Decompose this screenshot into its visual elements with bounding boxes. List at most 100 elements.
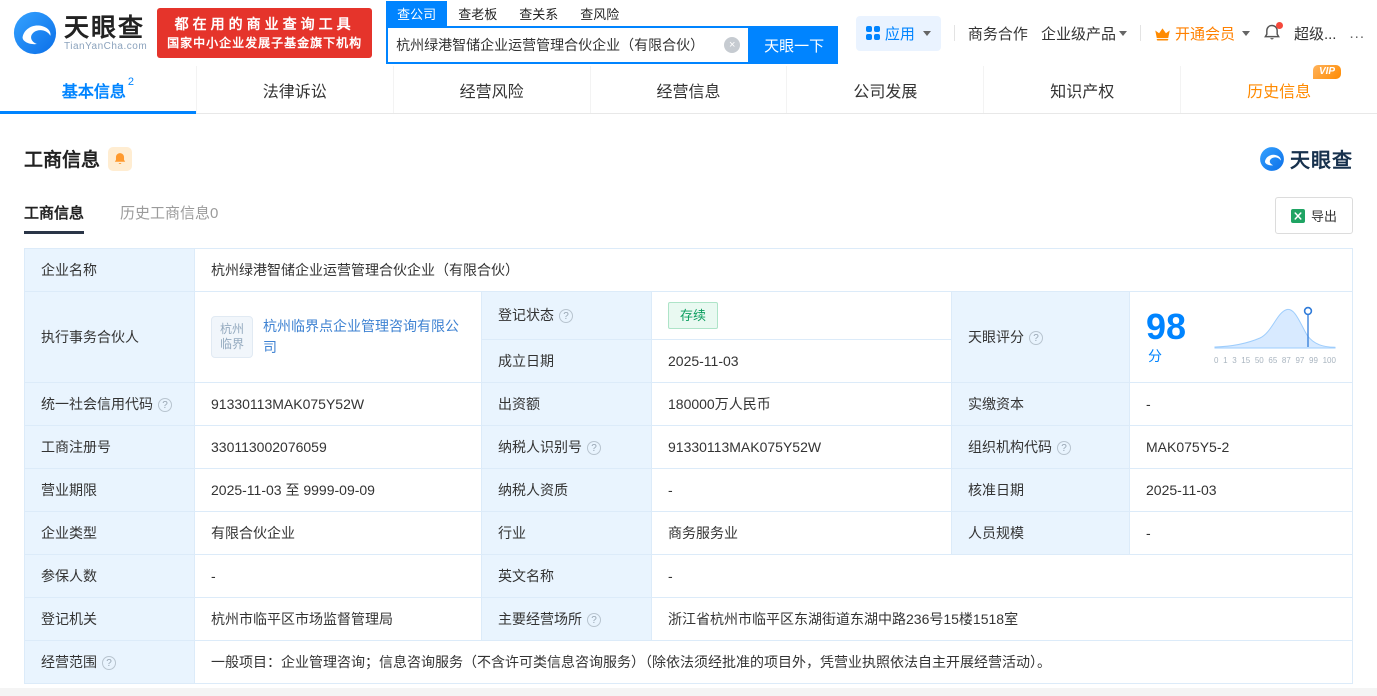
field-label-company-type: 企业类型 [24,511,195,555]
bell-icon [114,152,126,164]
search-tab-relation[interactable]: 查关系 [508,1,569,26]
logo-text: 天眼查 TianYanCha.com [64,15,147,52]
tab-company-development[interactable]: 公司发展 [787,66,985,113]
tab-history-info[interactable]: 历史信息 VIP [1181,64,1377,113]
help-icon[interactable]: ? [1029,330,1043,345]
field-label-executive-partner: 执行事务合伙人 [24,291,195,383]
logo-title: 天眼查 [64,13,146,42]
tab-intellectual-property[interactable]: 知识产权 [984,66,1182,113]
field-value-reg-authority: 杭州市临平区市场监督管理局 [194,597,482,641]
field-label-taxpayer-id: 纳税人识别号? [481,425,652,469]
field-value-business-site: 浙江省杭州市临平区东湖街道东湖中路236号15楼1518室 [651,597,1353,641]
section-header: 工商信息 天眼查 [24,144,1353,173]
watermark-brand-name: 天眼查 [1290,150,1353,172]
tab-operating-risk[interactable]: 经营风险 [394,66,591,113]
notification-dot [1275,22,1283,29]
subtab-business-info[interactable]: 工商信息 [24,202,85,234]
table-row: 企业类型 有限合伙企业 行业 商务服务业 人员规模 - [24,511,1353,555]
partner-company-logo[interactable]: 杭州 临界 [211,316,253,358]
monitor-bell-button[interactable] [108,146,133,171]
export-button[interactable]: 导出 [1274,197,1353,234]
field-label-tyc-score: 天眼评分? [951,291,1130,383]
field-value-taxpayer-quality: - [651,468,952,512]
field-value-capital: 180000万人民币 [651,382,952,426]
help-icon[interactable]: ? [158,397,172,412]
field-value-taxpayer-id: 91330113MAK075Y52W [651,425,952,469]
search-button[interactable]: 天眼一下 [750,26,839,64]
field-label-capital: 出资额 [481,382,652,426]
tianyancha-logo[interactable]: 天眼查 TianYanCha.com [12,10,147,56]
user-account[interactable]: 超级... [1294,23,1337,44]
help-icon[interactable]: ? [102,655,116,670]
brand-slogan: 都在用的商业查询工具 国家中小企业发展子基金旗下机构 [157,8,373,58]
crown-icon [1155,27,1170,41]
nav-enterprise-products[interactable]: 企业级产品 [1041,23,1127,44]
tab-basic-info[interactable]: 基本信息2 [0,66,197,114]
export-label: 导出 [1310,209,1337,224]
search-block: 查公司 查老板 查关系 查风险 × 天眼一下 [386,1,839,64]
field-label-business-scope: 经营范围? [24,640,195,684]
nav-business-cooperation[interactable]: 商务合作 [968,23,1028,44]
field-label-reg-number: 工商注册号 [24,425,195,469]
notifications-bell[interactable] [1263,22,1283,42]
apps-grid-icon [865,26,880,40]
top-nav: 应用 商务合作 企业级产品 开通会员 超级... ... [855,15,1365,51]
tianyancha-logo-icon [13,11,57,55]
field-value-industry: 商务服务业 [651,511,952,555]
table-row: 执行事务合伙人 杭州 临界 杭州临界点企业管理咨询有限公司 登记状态? 存续 天… [24,291,1353,383]
tab-operating-info[interactable]: 经营信息 [591,66,788,113]
tianyancha-company-page: 天眼查 TianYanCha.com 都在用的商业查询工具 国家中小企业发展子基… [0,0,1377,696]
tianyancha-logo-icon [1260,146,1284,171]
table-row: 参保人数 - 英文名称 - [24,554,1353,598]
business-info-table: 企业名称 杭州绿港智储企业运营管理合伙企业（有限合伙） 执行事务合伙人 杭州 临… [24,248,1353,684]
search-input-wrap: × [386,26,751,64]
clear-icon[interactable]: × [724,37,741,53]
help-icon[interactable]: ? [559,309,573,323]
field-label-insured-count: 参保人数 [24,554,195,598]
search-row: × 天眼一下 [386,26,839,64]
more-menu[interactable]: ... [1349,25,1365,42]
logo-subtitle: TianYanCha.com [64,40,148,52]
slogan-line2: 国家中小企业发展子基金旗下机构 [167,36,363,50]
field-label-english-name: 英文名称 [481,554,652,598]
tab-legal-proceedings[interactable]: 法律诉讼 [197,66,394,113]
table-row: 统一社会信用代码? 91330113MAK075Y52W 出资额 180000万… [24,382,1353,426]
score-number: 98分 [1146,305,1187,364]
chevron-down-icon [1241,30,1250,36]
top-header: 天眼查 TianYanCha.com 都在用的商业查询工具 国家中小企业发展子基… [0,0,1377,66]
table-row: 登记机关 杭州市临平区市场监督管理局 主要经营场所? 浙江省杭州市临平区东湖街道… [24,597,1353,641]
table-row: 经营范围? 一般项目：企业管理咨询；信息咨询服务（不含许可类信息咨询服务）（除依… [24,640,1353,684]
slogan-line1: 都在用的商业查询工具 [174,16,355,32]
field-label-staff-size: 人员规模 [951,511,1130,555]
search-tab-company[interactable]: 查公司 [386,1,448,26]
help-icon[interactable]: ? [1057,440,1071,455]
tab-basic-info-badge: 2 [127,76,134,89]
help-icon[interactable]: ? [587,440,601,455]
table-row: 工商注册号 330113002076059 纳税人识别号? 91330113MA… [24,425,1353,469]
apps-menu[interactable]: 应用 [855,15,941,51]
subtab-history-business-info[interactable]: 历史工商信息0 [120,202,218,234]
nav-open-vip[interactable]: 开通会员 [1154,23,1250,44]
field-label-reg-status: 登记状态? [481,291,652,340]
search-tab-boss[interactable]: 查老板 [447,1,508,26]
table-row: 企业名称 杭州绿港智储企业运营管理合伙企业（有限合伙） [24,248,1353,292]
tab-history-label: 历史信息 [1247,83,1312,101]
excel-icon [1290,208,1305,223]
status-badge: 存续 [668,302,719,329]
help-icon[interactable]: ? [587,612,601,627]
table-row: 营业期限 2025-11-03 至 9999-09-09 纳税人资质 - 核准日… [24,468,1353,512]
search-tab-risk[interactable]: 查风险 [569,1,630,26]
field-label-company-name: 企业名称 [24,248,195,292]
search-input[interactable] [388,37,725,53]
partner-company-link[interactable]: 杭州临界点企业管理咨询有限公司 [263,316,465,358]
search-tabs: 查公司 查老板 查关系 查风险 [386,1,838,26]
footer-strip [0,688,1377,696]
field-label-industry: 行业 [481,511,652,555]
open-vip-label: 开通会员 [1174,25,1235,43]
field-label-business-site: 主要经营场所? [481,597,652,641]
field-value-staff-size: - [1129,511,1353,555]
vip-badge: VIP [1312,64,1342,79]
field-value-reg-number: 330113002076059 [194,425,482,469]
field-value-paid-capital: - [1129,382,1353,426]
chevron-down-icon [922,30,931,36]
